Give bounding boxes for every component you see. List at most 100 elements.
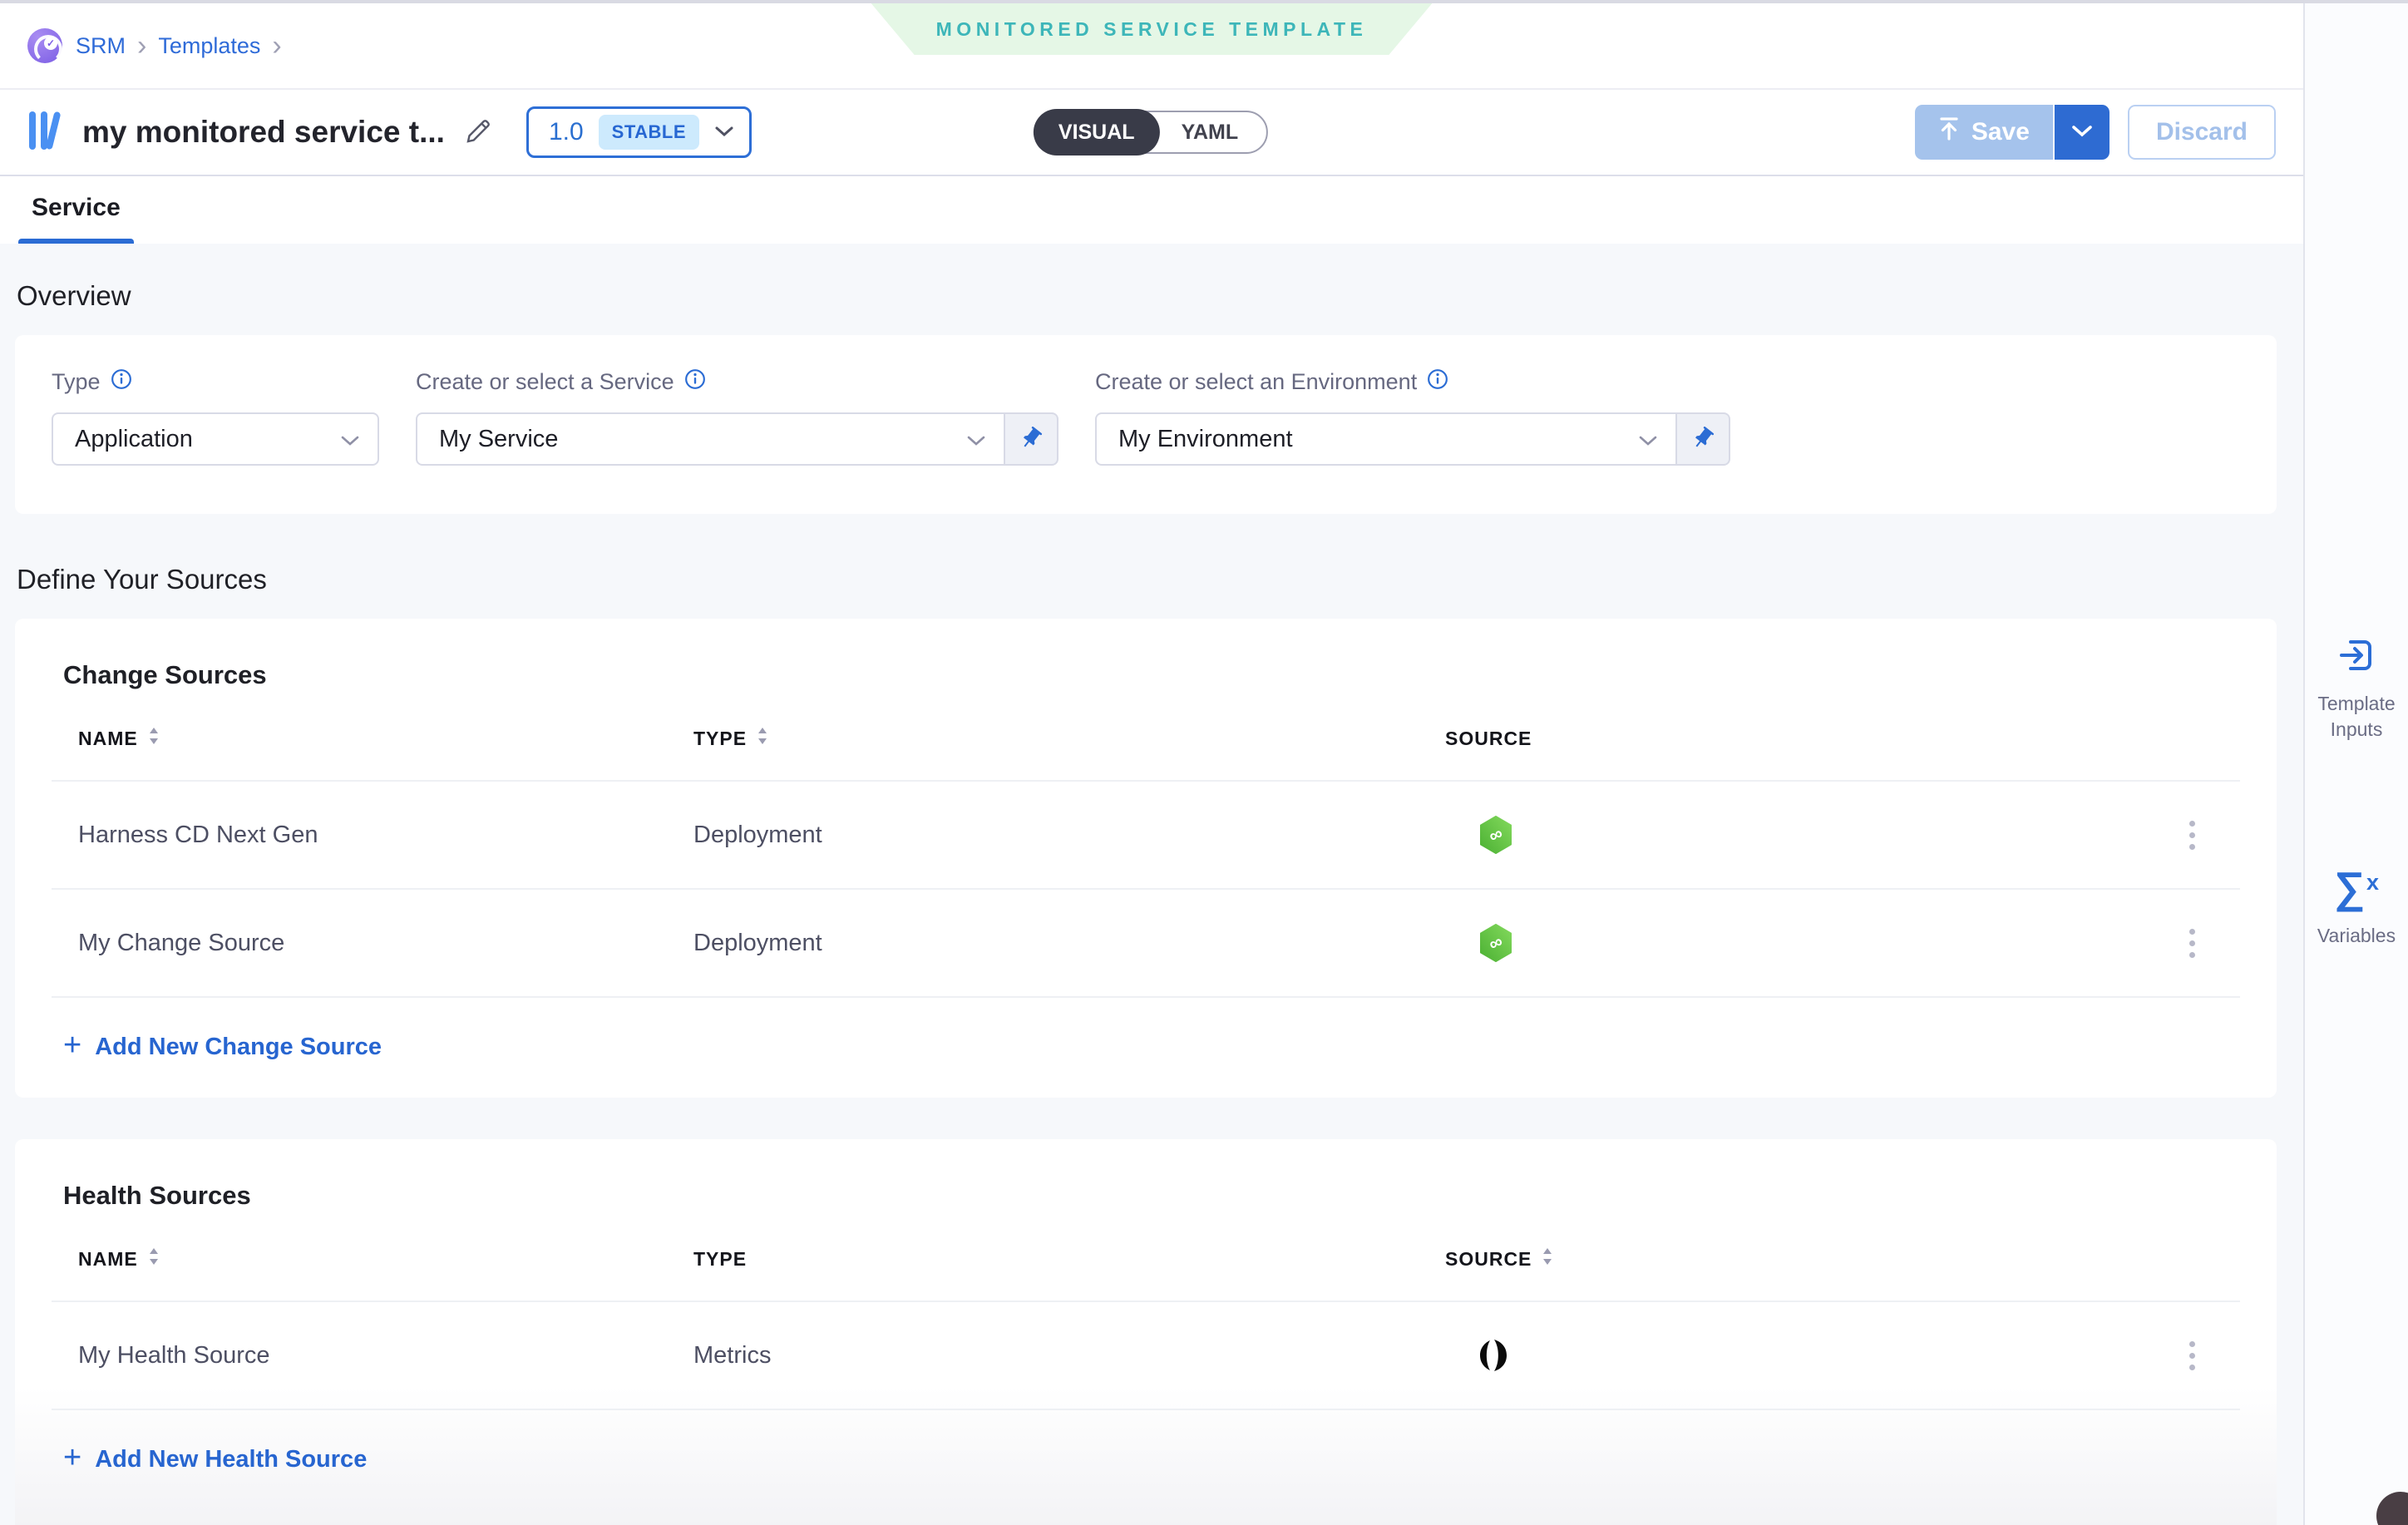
discard-button[interactable]: Discard	[2128, 105, 2276, 160]
version-selector[interactable]: 1.0 STABLE	[526, 106, 752, 158]
edit-title-button[interactable]	[463, 116, 493, 149]
breadcrumb-templates[interactable]: Templates	[158, 33, 260, 59]
field-service: Create or select a Service My Service	[416, 368, 1058, 466]
health-sources-title: Health Sources	[63, 1181, 2240, 1211]
template-inputs-icon	[2336, 635, 2376, 678]
add-new-change-source-button[interactable]: + Add New Change Source	[52, 1033, 382, 1061]
service-select-row: My Service	[416, 412, 1058, 466]
field-type-label: Type	[52, 369, 101, 395]
service-select[interactable]: My Service	[416, 412, 1005, 466]
toggle-yaml[interactable]: YAML	[1160, 121, 1267, 145]
table-row[interactable]: My Health Source Metrics	[52, 1302, 2240, 1409]
column-header-type[interactable]: TYPE	[693, 727, 1445, 750]
service-select-value: My Service	[439, 426, 558, 453]
field-service-label: Create or select a Service	[416, 369, 674, 395]
service-pin-button[interactable]	[1005, 412, 1058, 466]
field-type: Type Application	[52, 368, 379, 466]
tab-service-label: Service	[32, 194, 121, 221]
harness-cd-icon: ∞	[1478, 816, 1513, 854]
column-header-source: SOURCE	[1445, 728, 2240, 750]
change-sources-card: Change Sources NAME TYPE	[15, 619, 2277, 1098]
variables-button[interactable]: ∑ x Variables	[2305, 866, 2408, 949]
type-select-value: Application	[75, 426, 193, 453]
save-label: Save	[1971, 118, 2030, 146]
variables-label: Variables	[2305, 923, 2408, 949]
sigma-glyph: ∑	[2334, 866, 2365, 910]
right-rail: Template Inputs ∑ x Variables	[2303, 3, 2408, 1525]
breadcrumb-srm[interactable]: SRM	[76, 33, 126, 59]
sort-icon	[757, 727, 768, 750]
sort-icon	[148, 1247, 160, 1271]
column-header-name[interactable]: NAME	[78, 727, 693, 750]
overview-heading: Overview	[17, 280, 2277, 312]
breadcrumb-separator-icon: ›	[272, 32, 281, 60]
type-select[interactable]: Application	[52, 412, 379, 466]
chevron-down-icon	[714, 126, 734, 140]
environment-select-value: My Environment	[1118, 426, 1293, 453]
breadcrumb-separator-icon: ›	[137, 32, 146, 60]
header-actions: Save Discard	[1915, 105, 2276, 160]
row-type: Deployment	[693, 822, 1445, 849]
field-environment: Create or select an Environment My Envir…	[1095, 368, 1730, 466]
field-service-label-row: Create or select a Service	[416, 368, 1058, 396]
table-row[interactable]: Harness CD Next Gen Deployment ∞	[52, 782, 2240, 888]
column-header-source[interactable]: SOURCE	[1445, 1247, 2240, 1271]
main-column: SRM › Templates › MONITORED SERVICE TEMP…	[0, 3, 2303, 1525]
save-options-button[interactable]	[2055, 105, 2109, 160]
overview-card: Type Application	[15, 335, 2277, 514]
sort-icon	[1542, 1247, 1553, 1271]
row-name: Harness CD Next Gen	[78, 822, 693, 849]
version-stable-badge: STABLE	[599, 115, 699, 150]
column-header-type-label: TYPE	[693, 728, 747, 750]
column-header-source-label: SOURCE	[1445, 1248, 1532, 1271]
tab-service[interactable]: Service	[18, 194, 134, 244]
chevron-down-icon	[1639, 426, 1657, 453]
change-sources-table-header: NAME TYPE SOURCE	[52, 727, 2240, 750]
page-title: my monitored service t...	[82, 115, 445, 150]
field-environment-label-row: Create or select an Environment	[1095, 368, 1730, 396]
help-fab-icon[interactable]	[2376, 1492, 2408, 1525]
divider	[52, 996, 2240, 998]
add-new-health-source-button[interactable]: + Add New Health Source	[52, 1445, 367, 1473]
row-options-menu-icon[interactable]	[2183, 814, 2202, 856]
overview-fields: Type Application	[52, 368, 2240, 466]
harness-cd-icon: ∞	[1478, 924, 1513, 962]
variables-icon: ∑ x	[2334, 866, 2379, 910]
column-header-type-label: TYPE	[693, 1248, 747, 1271]
chevron-down-icon	[967, 426, 985, 453]
row-source	[1445, 1339, 2183, 1372]
environment-select[interactable]: My Environment	[1095, 412, 1677, 466]
pin-icon	[1690, 426, 1715, 453]
column-header-name[interactable]: NAME	[78, 1247, 693, 1271]
row-options-menu-icon[interactable]	[2183, 922, 2202, 965]
environment-pin-button[interactable]	[1677, 412, 1730, 466]
change-sources-title: Change Sources	[63, 660, 2240, 690]
environment-select-row: My Environment	[1095, 412, 1730, 466]
breadcrumb: SRM › Templates › MONITORED SERVICE TEMP…	[0, 3, 2303, 90]
field-environment-label: Create or select an Environment	[1095, 369, 1417, 395]
table-row[interactable]: My Change Source Deployment ∞	[52, 890, 2240, 996]
template-inputs-label: Template Inputs	[2305, 691, 2408, 743]
template-inputs-button[interactable]: Template Inputs	[2305, 635, 2408, 743]
save-split-button: Save	[1915, 105, 2109, 160]
info-icon[interactable]	[684, 368, 706, 396]
row-source: ∞	[1445, 816, 2183, 854]
save-button[interactable]: Save	[1915, 105, 2055, 160]
template-library-icon	[27, 108, 66, 157]
template-header: my monitored service t... 1.0 STABLE	[0, 90, 2303, 176]
row-type: Deployment	[693, 930, 1445, 957]
plus-icon: +	[63, 1029, 81, 1061]
row-options-menu-icon[interactable]	[2183, 1335, 2202, 1377]
tab-bar: Service	[0, 176, 2303, 244]
appdynamics-icon	[1478, 1339, 1508, 1372]
plus-icon: +	[63, 1442, 81, 1473]
row-type: Metrics	[693, 1342, 1445, 1370]
column-header-name-label: NAME	[78, 1248, 138, 1271]
info-icon[interactable]	[1427, 368, 1448, 396]
info-icon[interactable]	[111, 368, 132, 396]
add-new-health-source-label: Add New Health Source	[95, 1446, 367, 1473]
upload-icon	[1938, 116, 1960, 148]
toggle-visual[interactable]: VISUAL	[1034, 109, 1160, 155]
divider	[52, 1409, 2240, 1410]
pin-icon	[1019, 426, 1044, 453]
